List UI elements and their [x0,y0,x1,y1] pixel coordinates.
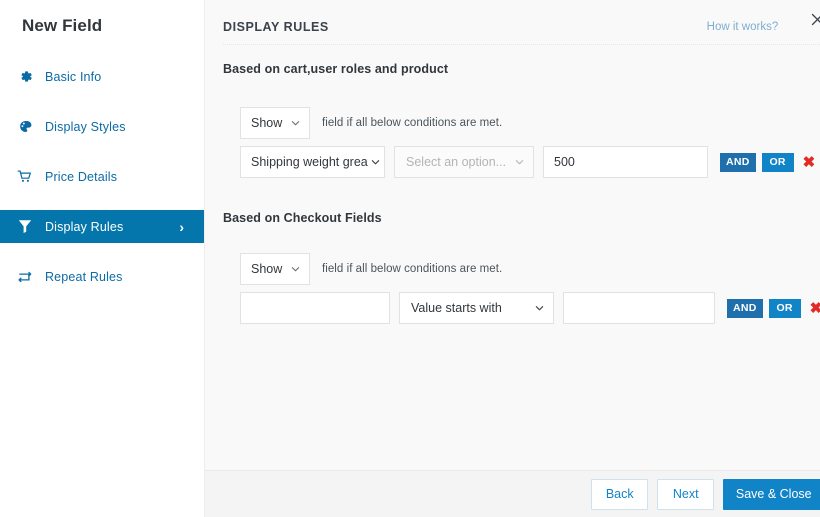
chevron-down-icon [291,119,300,128]
visibility-row: Show field if all below conditions are m… [240,253,820,285]
chevron-down-icon [371,158,380,167]
sidebar-item-display-styles[interactable]: Display Styles [0,110,204,143]
and-button[interactable]: AND [720,153,756,172]
and-button[interactable]: AND [727,299,763,318]
visibility-note: field if all below conditions are met. [322,117,502,129]
visibility-select[interactable]: Show [240,253,310,285]
visibility-note: field if all below conditions are met. [322,263,502,275]
condition-value-input[interactable] [563,292,715,324]
chevron-down-icon [291,265,300,274]
visibility-select-value: Show [251,262,282,276]
condition-operator-select[interactable]: Select an option... [394,146,534,178]
back-button[interactable]: Back [591,479,648,510]
sidebar-item-display-rules[interactable]: Display Rules › [0,210,204,243]
or-button[interactable]: OR [769,299,801,318]
condition-operator-value: Value starts with [411,301,502,315]
section-heading-checkout-fields: Based on Checkout Fields [223,211,820,225]
condition-field-input[interactable] [240,292,390,324]
condition-operator-select[interactable]: Value starts with [399,292,554,324]
condition-operator-placeholder: Select an option... [406,155,506,169]
palette-icon [14,117,36,137]
condition-value-input[interactable] [543,146,708,178]
sidebar-item-basic-info[interactable]: Basic Info [0,60,204,93]
delete-condition-icon[interactable]: ✖ [810,301,820,316]
sidebar-item-repeat-rules[interactable]: Repeat Rules [0,260,204,293]
sidebar-item-label: Repeat Rules [45,270,123,284]
main-panel: DISPLAY RULES How it works? Based on car… [205,0,820,517]
condition-row: Value starts with AND OR ✖ [240,292,820,324]
sidebar-item-label: Display Rules [45,220,123,234]
panel-title: DISPLAY RULES [223,20,329,34]
sidebar-nav: Basic Info Display Styles [0,60,204,293]
rule-block-checkout: Show field if all below conditions are m… [223,253,820,324]
panel-header: DISPLAY RULES How it works? [205,0,820,45]
header-divider [223,44,820,45]
cart-icon [14,167,36,187]
visibility-row: Show field if all below conditions are m… [240,107,820,139]
close-icon[interactable] [806,8,820,30]
modal-footer: Back Next Save & Close [205,470,820,517]
gear-icon [14,67,36,87]
rule-block-cart: Show field if all below conditions are m… [223,107,820,178]
delete-condition-icon[interactable]: ✖ [803,155,816,170]
condition-row: Shipping weight greater Select an option… [240,146,820,178]
section-heading-cart-roles-product: Based on cart,user roles and product [223,62,820,76]
or-button[interactable]: OR [762,153,794,172]
sidebar: New Field Basic Info Di [0,0,205,517]
sidebar-item-label: Display Styles [45,120,126,134]
chevron-down-icon [535,304,544,313]
visibility-select-value: Show [251,116,282,130]
sidebar-item-label: Price Details [45,170,117,184]
visibility-select[interactable]: Show [240,107,310,139]
display-rules-modal: New Field Basic Info Di [0,0,820,517]
chevron-down-icon [515,158,524,167]
panel-body: Based on cart,user roles and product Sho… [205,45,820,470]
next-button[interactable]: Next [657,479,714,510]
condition-field-value: Shipping weight greater [251,155,368,169]
how-it-works-link[interactable]: How it works? [707,21,779,33]
chevron-right-icon: › [179,220,184,234]
repeat-icon [14,267,36,287]
condition-field-select[interactable]: Shipping weight greater [240,146,385,178]
page-title: New Field [0,0,204,36]
sidebar-item-price-details[interactable]: Price Details [0,160,204,193]
funnel-icon [14,217,36,237]
save-and-close-button[interactable]: Save & Close [723,479,820,510]
sidebar-item-label: Basic Info [45,70,101,84]
